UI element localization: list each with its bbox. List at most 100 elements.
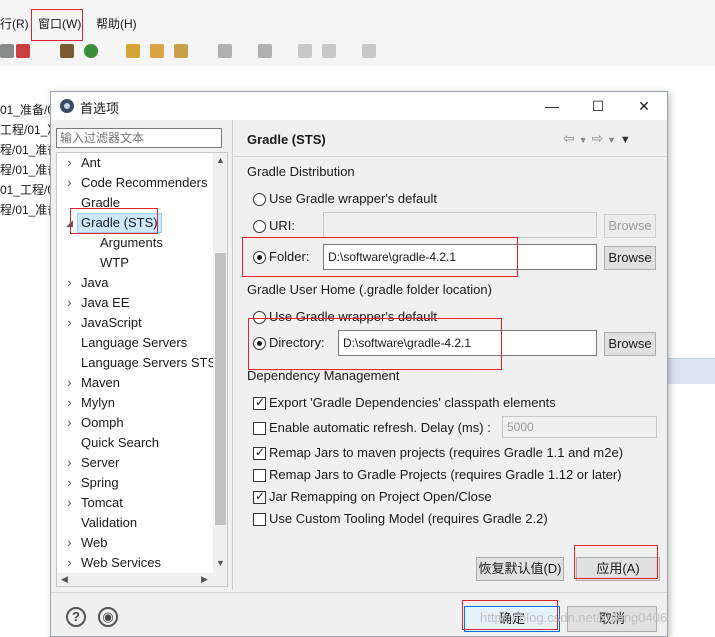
scroll-down-icon[interactable]: ▼ (216, 558, 225, 568)
navigation-arrows: ⇦ ▼ ⇨ ▼ ▼ (563, 130, 631, 147)
expand-arrow-icon[interactable]: › (67, 374, 72, 390)
toolbar-icon[interactable] (150, 44, 164, 58)
export-classpath-checkbox[interactable] (253, 395, 266, 410)
close-icon[interactable]: ✕ (621, 92, 667, 120)
collapse-arrow-icon[interactable]: ◢ (66, 218, 73, 229)
jar-remapping-checkbox[interactable] (253, 489, 266, 504)
tree-item[interactable]: Code Recommenders (81, 173, 207, 193)
toolbar-icon[interactable] (362, 44, 376, 58)
preferences-dialog: 首选项 — ☐ ✕ › Ant › Code RecommendersGradle ◢ G… (50, 91, 668, 637)
uri-radio[interactable] (253, 220, 266, 233)
chevron-down-icon[interactable]: ▼ (607, 135, 616, 145)
toolbar-icon[interactable] (0, 44, 14, 58)
remap-gradle-label: Remap Jars to Gradle Projects (requires … (269, 467, 622, 482)
scrollbar-thumb[interactable] (215, 253, 226, 525)
tree-item[interactable]: Java (81, 273, 108, 293)
directory-browse-button[interactable]: Browse (604, 332, 656, 356)
toolbar-icon[interactable] (298, 44, 312, 58)
maximize-icon[interactable]: ☐ (575, 92, 621, 120)
uri-field[interactable] (323, 212, 597, 238)
remap-maven-checkbox[interactable] (253, 445, 266, 460)
tree-item[interactable]: Gradle (81, 193, 120, 213)
toolbar-icon[interactable] (60, 44, 74, 58)
toolbar-icon[interactable] (322, 44, 336, 58)
tree-item[interactable]: Language Servers (81, 333, 187, 353)
bottom-separator (51, 592, 667, 593)
tree-item[interactable]: Web (81, 533, 108, 553)
expand-arrow-icon[interactable]: › (67, 394, 72, 410)
filter-input[interactable] (56, 128, 222, 148)
view-menu-icon[interactable]: ▼ (620, 134, 631, 146)
tree-item[interactable]: Tomcat (81, 493, 123, 513)
folder-field[interactable]: D:\software\gradle-4.2.1 (323, 244, 597, 270)
expand-arrow-icon[interactable]: › (67, 294, 72, 310)
directory-label: Directory: (269, 335, 325, 350)
menu-window[interactable]: 窗口(W) (38, 15, 81, 32)
tree-item[interactable]: Web Services (81, 553, 161, 573)
jar-remapping-label: Jar Remapping on Project Open/Close (269, 489, 492, 504)
directory-field[interactable]: D:\software\gradle-4.2.1 (338, 330, 597, 356)
folder-radio[interactable] (253, 251, 266, 264)
uri-label: URI: (269, 218, 295, 233)
tree-item[interactable]: Ant (81, 153, 101, 173)
apply-button[interactable]: 应用(A) (576, 557, 660, 581)
auto-refresh-checkbox[interactable] (253, 422, 266, 435)
toolbar-icon[interactable] (174, 44, 188, 58)
expand-arrow-icon[interactable]: › (67, 454, 72, 470)
scroll-right-icon[interactable]: ▶ (201, 574, 208, 585)
expand-arrow-icon[interactable]: › (67, 494, 72, 510)
tree-item[interactable]: JavaScript (81, 313, 142, 333)
panel-splitter[interactable] (232, 120, 233, 590)
directory-radio[interactable] (253, 337, 266, 350)
tree-item[interactable]: Validation (81, 513, 137, 533)
eclipse-icon (60, 99, 74, 113)
uri-browse-button[interactable]: Browse (604, 214, 656, 238)
tree-item[interactable]: Quick Search (81, 433, 159, 453)
tree-item[interactable]: Java EE (81, 293, 129, 313)
wrapper-default-radio[interactable] (253, 193, 266, 206)
tree-item[interactable]: Maven (81, 373, 120, 393)
remap-gradle-checkbox[interactable] (253, 469, 266, 482)
chevron-down-icon[interactable]: ▼ (579, 135, 588, 145)
forward-icon[interactable]: ⇨ (591, 130, 603, 146)
remap-maven-label: Remap Jars to maven projects (requires G… (269, 445, 624, 460)
tree-vertical-scrollbar[interactable]: ▲ ▼ (213, 153, 227, 573)
menu-run[interactable]: 行(R) (0, 15, 29, 32)
menu-help[interactable]: 帮助(H) (96, 15, 137, 32)
tree-item[interactable]: Arguments (100, 233, 163, 253)
tree-item[interactable]: Language Servers STS (81, 353, 216, 373)
toolbar-icon[interactable] (84, 44, 98, 58)
expand-arrow-icon[interactable]: › (67, 314, 72, 330)
scroll-left-icon[interactable]: ◀ (61, 574, 68, 585)
delay-field[interactable]: 5000 (502, 416, 657, 438)
custom-tooling-checkbox[interactable] (253, 513, 266, 526)
tree-item[interactable]: Spring (81, 473, 119, 493)
expand-arrow-icon[interactable]: › (67, 474, 72, 490)
tree-item[interactable]: Mylyn (81, 393, 115, 413)
minimize-icon[interactable]: — (529, 92, 575, 120)
background-toolbar (0, 38, 715, 66)
scroll-up-icon[interactable]: ▲ (216, 155, 225, 165)
tree-item[interactable]: WTP (100, 253, 129, 273)
restore-defaults-button[interactable]: 恢复默认值(D) (476, 557, 564, 581)
expand-arrow-icon[interactable]: › (67, 154, 72, 170)
tree-item[interactable]: Server (81, 453, 119, 473)
tree-item[interactable]: Oomph (81, 413, 124, 433)
toolbar-icon[interactable] (218, 44, 232, 58)
background-selected-row (668, 358, 715, 384)
toolbar-icon[interactable] (258, 44, 272, 58)
back-icon[interactable]: ⇦ (563, 130, 575, 146)
expand-arrow-icon[interactable]: › (67, 274, 72, 290)
folder-browse-button[interactable]: Browse (604, 246, 656, 270)
tree-horizontal-scrollbar[interactable]: ◀ ▶ (57, 573, 227, 586)
expand-arrow-icon[interactable]: › (67, 554, 72, 570)
toolbar-icon[interactable] (16, 44, 30, 58)
expand-arrow-icon[interactable]: › (67, 414, 72, 430)
import-export-icon[interactable]: ◉ (98, 607, 118, 627)
toolbar-icon[interactable] (126, 44, 140, 58)
tree-item[interactable]: Gradle (STS) (77, 213, 162, 233)
user-home-wrapper-radio[interactable] (253, 311, 266, 324)
help-icon[interactable]: ? (66, 607, 86, 627)
expand-arrow-icon[interactable]: › (67, 534, 72, 550)
expand-arrow-icon[interactable]: › (67, 174, 72, 190)
